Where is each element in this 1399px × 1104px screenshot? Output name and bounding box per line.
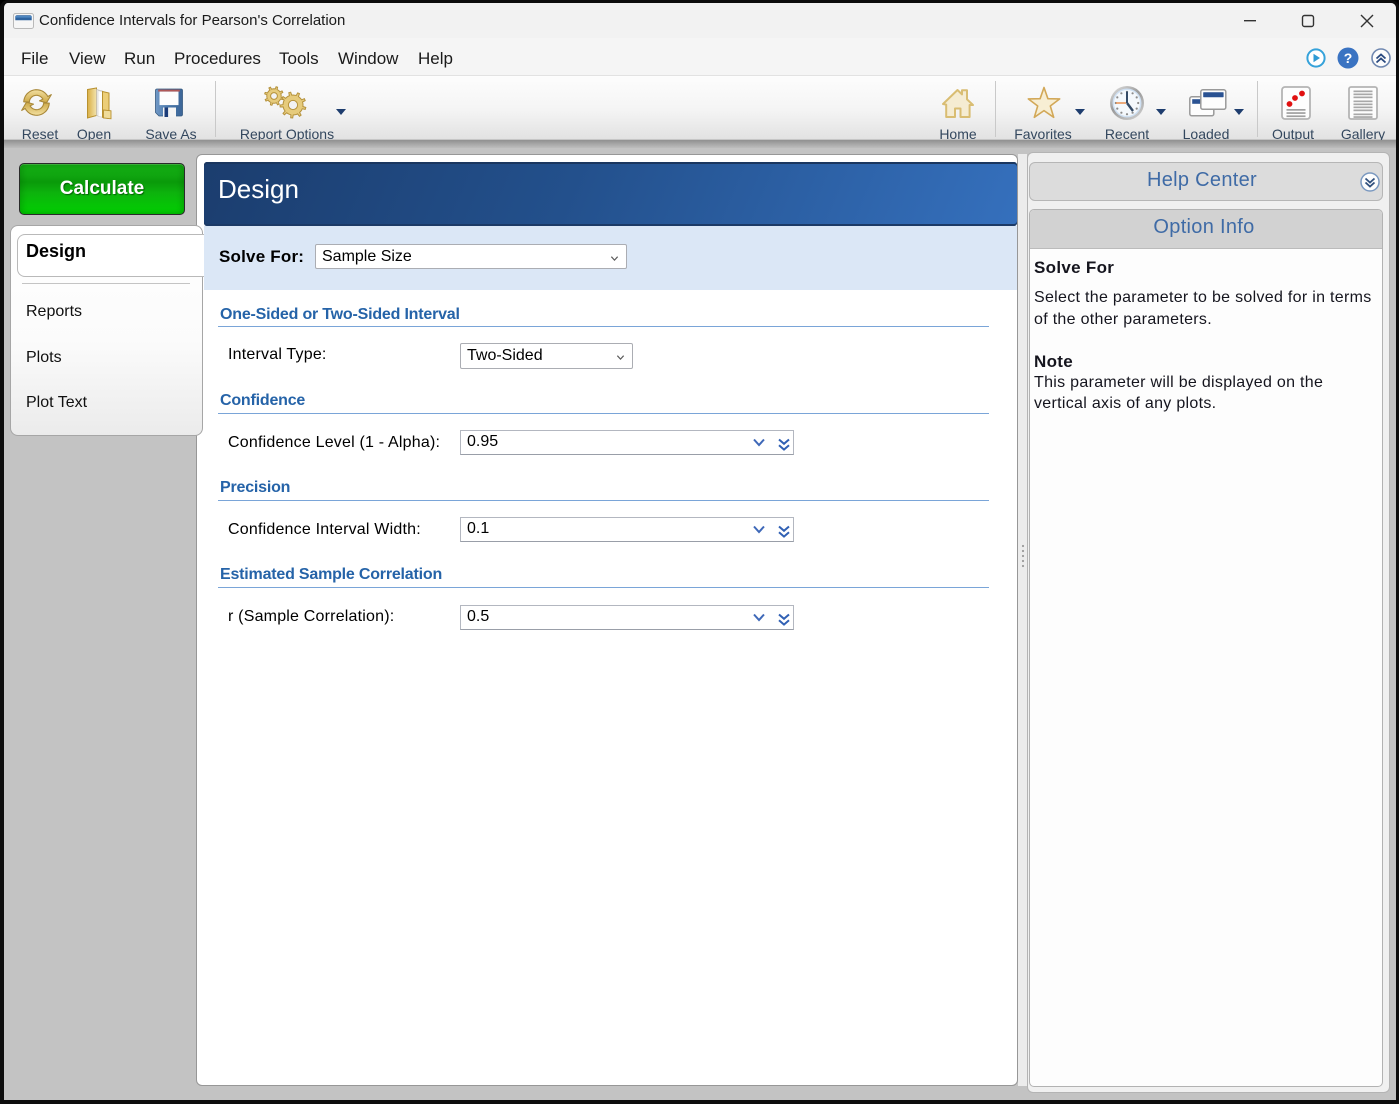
svg-text:?: ? — [1344, 50, 1353, 66]
